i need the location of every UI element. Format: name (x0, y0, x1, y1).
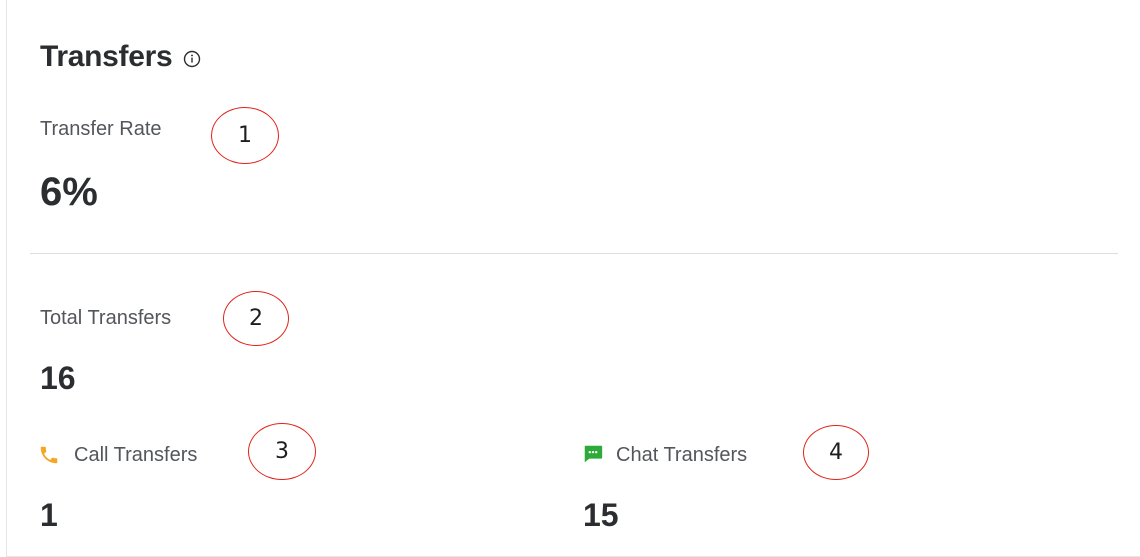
transfer-rate-value: 6% (40, 170, 98, 214)
section-divider (30, 253, 1118, 254)
info-icon[interactable] (182, 49, 202, 69)
annotation-marker-4: 4 (803, 425, 869, 480)
widget-header: Transfers (40, 40, 202, 74)
total-transfers-value: 16 (40, 360, 76, 396)
total-transfers-label: Total Transfers (40, 307, 172, 329)
chat-icon (582, 443, 604, 465)
annotation-marker-2: 2 (223, 291, 289, 346)
annotation-marker-1: 1 (211, 107, 279, 164)
transfer-rate-label: Transfer Rate (40, 118, 162, 140)
call-transfers-value: 1 (40, 497, 58, 533)
chat-transfers-value: 15 (583, 497, 619, 533)
widget-title: Transfers (40, 40, 173, 73)
chat-transfers-label: Chat Transfers (616, 444, 748, 466)
phone-icon (38, 444, 60, 466)
call-transfers-label: Call Transfers (74, 444, 198, 466)
annotation-marker-3: 3 (248, 423, 316, 480)
transfers-card: Transfers Transfer Rate 1 6% Total Trans… (6, 0, 1140, 557)
